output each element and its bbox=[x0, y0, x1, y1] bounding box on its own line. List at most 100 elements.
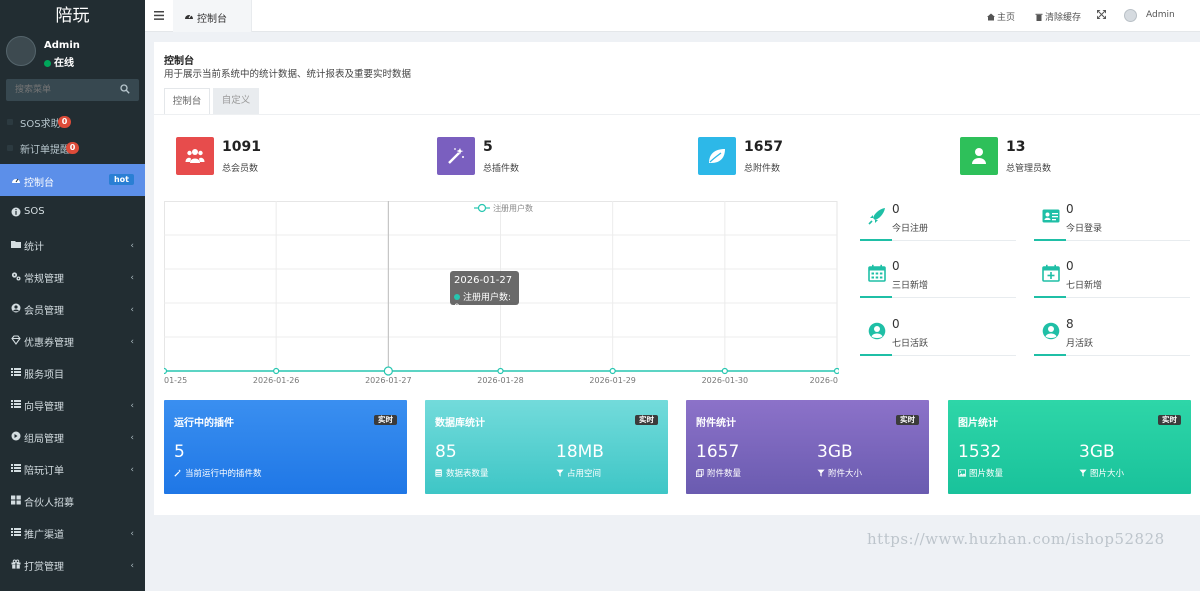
sidebar-item-label: 合伙人招募 bbox=[24, 498, 74, 509]
tooltip-date: 2026-01-27 bbox=[454, 275, 513, 286]
home-link[interactable]: 主页 bbox=[987, 10, 1015, 23]
card-value: 3GB bbox=[817, 442, 853, 462]
list-icon bbox=[11, 464, 21, 472]
sidebar-item-1[interactable]: SOS bbox=[0, 196, 145, 228]
mini-stat-accent bbox=[860, 239, 892, 241]
card-value: 85 bbox=[435, 442, 457, 462]
sidebar-item-0[interactable]: 控制台 hot bbox=[0, 164, 145, 196]
user-panel: Admin 在线 bbox=[0, 32, 145, 74]
notice-order-count: 0 bbox=[66, 142, 79, 154]
bell-icon bbox=[7, 119, 13, 125]
series-dot-icon bbox=[454, 294, 460, 300]
sidebar-item-11[interactable]: 推广渠道 ‹ bbox=[0, 516, 145, 548]
tab-custom[interactable]: 自定义 bbox=[213, 88, 259, 114]
app-logo[interactable]: 陪玩 bbox=[0, 0, 145, 32]
user-circle-icon bbox=[11, 303, 21, 313]
list-icon bbox=[11, 368, 21, 376]
mini-stat-label: 三日新增 bbox=[892, 281, 929, 291]
data-point bbox=[383, 366, 393, 376]
x-tick-label: 2026-01-26 bbox=[253, 376, 300, 385]
stat-icon-box bbox=[437, 137, 475, 175]
mini-stat-value: 0 bbox=[892, 317, 900, 331]
leaf-icon bbox=[709, 149, 725, 163]
dashboard-icon bbox=[12, 178, 20, 183]
sidebar-item-10[interactable]: 合伙人招募 bbox=[0, 484, 145, 516]
sidebar-item-4[interactable]: 会员管理 ‹ bbox=[0, 292, 145, 324]
users-icon bbox=[185, 149, 205, 163]
home-label: 主页 bbox=[997, 13, 1016, 23]
chevron-left-icon: ‹ bbox=[130, 561, 134, 571]
admin-menu[interactable]: Admin bbox=[1146, 10, 1175, 20]
tab-dashboard-label: 控制台 bbox=[197, 14, 227, 25]
user-status: 在线 bbox=[44, 54, 74, 69]
card-subtitle: 图片大小 bbox=[1079, 467, 1124, 479]
image-icon bbox=[958, 469, 966, 477]
card-value: 18MB bbox=[556, 442, 604, 462]
home-icon bbox=[987, 13, 995, 21]
card-title: 附件统计 bbox=[696, 418, 736, 429]
online-dot-icon bbox=[44, 59, 51, 67]
chevron-left-icon: ‹ bbox=[130, 529, 134, 539]
sidebar-item-2[interactable]: 统计 ‹ bbox=[0, 228, 145, 260]
search-icon[interactable] bbox=[120, 84, 130, 94]
sidebar-item-3[interactable]: 常规管理 ‹ bbox=[0, 260, 145, 292]
sidebar-item-5[interactable]: 优惠券管理 ‹ bbox=[0, 324, 145, 356]
chevron-left-icon: ‹ bbox=[130, 337, 134, 347]
x-tick-label: 2026-01-29 bbox=[589, 376, 636, 385]
card-0: 运行中的插件 实时 5 当前运行中的插件数 bbox=[164, 400, 407, 494]
legend-label: 注册用户数 bbox=[493, 203, 533, 213]
chart-tooltip: 2026-01-27 注册用户数: 0 bbox=[450, 271, 519, 313]
card-subtitle: 当前运行中的插件数 bbox=[174, 467, 262, 479]
card-subtitle-text: 当前运行中的插件数 bbox=[185, 469, 262, 479]
x-tick-label: 2026-01-27 bbox=[365, 376, 412, 385]
card-value: 3GB bbox=[1079, 442, 1115, 462]
card-value: 1532 bbox=[958, 442, 1002, 462]
fullscreen-icon[interactable] bbox=[1097, 10, 1106, 19]
stat-icon-box bbox=[698, 137, 736, 175]
sidebar-item-12[interactable]: 打赏管理 ‹ bbox=[0, 548, 145, 580]
sidebar-item-8[interactable]: 组局管理 ‹ bbox=[0, 420, 145, 452]
dashboard-panel: 1091 总会员数 5 总插件数 1657 总附件数 13 总管理员数 01-2… bbox=[154, 114, 1200, 515]
notice-new-order[interactable]: 新订单提醒 0 bbox=[0, 136, 145, 160]
card-subtitle-text: 占用空间 bbox=[567, 469, 602, 479]
rocket-icon bbox=[868, 208, 885, 225]
stat-label: 总管理员数 bbox=[1006, 164, 1052, 174]
mini-stat-label: 今日注册 bbox=[892, 224, 929, 234]
search-input[interactable] bbox=[6, 79, 116, 101]
tab-dashboard-content[interactable]: 控制台 bbox=[164, 88, 210, 114]
stat-label: 总附件数 bbox=[744, 164, 781, 174]
card-value: 1657 bbox=[696, 442, 740, 462]
realtime-tag: 实时 bbox=[635, 415, 658, 425]
mini-stat-accent bbox=[860, 296, 892, 298]
sidebar-item-7[interactable]: 向导管理 ‹ bbox=[0, 388, 145, 420]
sidebar-item-9[interactable]: 陪玩订单 ‹ bbox=[0, 452, 145, 484]
card-subtitle: 附件数量 bbox=[696, 467, 741, 479]
gift-icon bbox=[11, 559, 21, 569]
x-tick-label: 2026-01-28 bbox=[477, 376, 524, 385]
clear-cache-button[interactable]: 清除缓存 bbox=[1035, 10, 1081, 23]
card-2: 附件统计 实时 1657 附件数量 3GB 附件大小 bbox=[686, 400, 929, 494]
chevron-left-icon: ‹ bbox=[130, 401, 134, 411]
menu-toggle-icon[interactable] bbox=[154, 10, 165, 21]
main-content: 控制台 用于展示当前系统中的统计数据、统计报表及重要实时数据 控制台 自定义 1… bbox=[154, 42, 1200, 515]
sidebar: 陪玩 Admin 在线 SOS求助 0 新订单提醒 0 控制台 hot SOS 统计 ‹… bbox=[0, 0, 145, 591]
tooltip-value: 注册用户数: 0 bbox=[454, 290, 519, 313]
card-subtitle-text: 附件数量 bbox=[707, 469, 742, 479]
data-point bbox=[497, 367, 504, 375]
user-icon bbox=[972, 148, 986, 164]
stat-value: 13 bbox=[1006, 139, 1026, 155]
realtime-tag: 实时 bbox=[374, 415, 397, 425]
magic-wand-icon bbox=[448, 148, 464, 164]
chevron-left-icon: ‹ bbox=[130, 273, 134, 283]
list-icon bbox=[11, 528, 21, 536]
sidebar-item-label: 常规管理 bbox=[24, 274, 64, 285]
user-circle-icon bbox=[868, 322, 886, 340]
sidebar-item-6[interactable]: 服务项目 bbox=[0, 356, 145, 388]
top-avatar[interactable] bbox=[1124, 9, 1137, 22]
x-tick-label: 2026-01-30 bbox=[702, 376, 749, 385]
mini-stat-accent bbox=[1034, 239, 1066, 241]
notice-sos[interactable]: SOS求助 0 bbox=[0, 110, 145, 134]
mini-stat-accent bbox=[1034, 296, 1066, 298]
info-circle-icon bbox=[11, 207, 21, 217]
tab-dashboard[interactable]: 控制台 bbox=[173, 0, 252, 32]
